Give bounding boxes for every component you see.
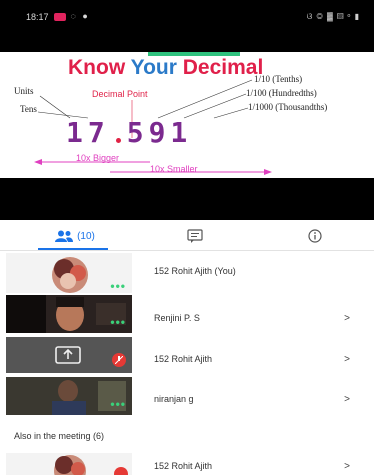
chevron-right-icon: > — [344, 313, 350, 324]
status-right-icons: ଓ ◎ ▓ ▨ ᵒ ▮ — [306, 12, 360, 21]
chevron-right-icon: > — [344, 461, 350, 472]
tab-info[interactable] — [300, 226, 330, 246]
status-left-icons: ◌ ● — [54, 11, 90, 21]
mic-muted-icon — [114, 467, 128, 475]
participant-name: 152 Rohit Ajith — [154, 461, 213, 471]
avatar — [54, 455, 86, 475]
people-count: (10) — [77, 230, 95, 242]
dot-icon: ● — [82, 11, 90, 21]
recording-icon — [54, 12, 66, 21]
mic-muted-icon — [112, 353, 126, 367]
participant-name: 152 Rohit Ajith — [154, 354, 213, 364]
message-icon — [187, 229, 203, 243]
more-options-icon[interactable]: ••• — [110, 315, 126, 329]
notification-icon: ◌ — [70, 11, 78, 21]
participant-tile: ••• — [6, 295, 132, 333]
panel-tabs: (10) — [0, 220, 374, 251]
status-bar: 18:17 ◌ ● ଓ ◎ ▓ ▨ ᵒ ▮ — [0, 0, 374, 52]
label-10x-bigger: 10x Bigger — [76, 153, 120, 163]
info-icon — [308, 229, 322, 243]
participant-name: Renjini P. S — [154, 313, 200, 323]
presentation-slide: Know Your Decimal Units Tens Decimal Poi… — [0, 52, 374, 178]
participant-name: niranjan g — [154, 394, 194, 404]
participant-row[interactable]: 152 Rohit Ajith > — [0, 451, 374, 475]
label-10x-smaller: 10x Smaller — [150, 164, 198, 174]
section-label-also-in-meeting: Also in the meeting (6) — [14, 431, 105, 441]
tab-active-underline — [38, 248, 108, 250]
more-options-icon[interactable]: ••• — [110, 397, 126, 411]
chevron-right-icon: > — [344, 394, 350, 405]
presentation-bottom-band — [0, 178, 374, 220]
slide-pointer-lines — [34, 79, 272, 175]
tab-chat[interactable] — [180, 226, 210, 246]
more-options-icon[interactable]: ••• — [110, 279, 126, 293]
participant-tile — [6, 337, 132, 373]
participant-tile: ••• — [6, 253, 132, 297]
decimal-number: 17 591 — [66, 116, 193, 149]
decimal-point-dot — [115, 138, 121, 143]
participant-row[interactable]: ••• niranjan g > — [0, 375, 374, 431]
people-icon — [55, 230, 74, 242]
chevron-right-icon: > — [344, 354, 350, 365]
participant-tile: ••• — [6, 377, 132, 415]
status-time: 18:17 — [26, 12, 49, 22]
participant-name: 152 Rohit Ajith (You) — [154, 266, 236, 276]
tab-people[interactable]: (10) — [38, 226, 110, 250]
participant-tile — [6, 453, 132, 475]
